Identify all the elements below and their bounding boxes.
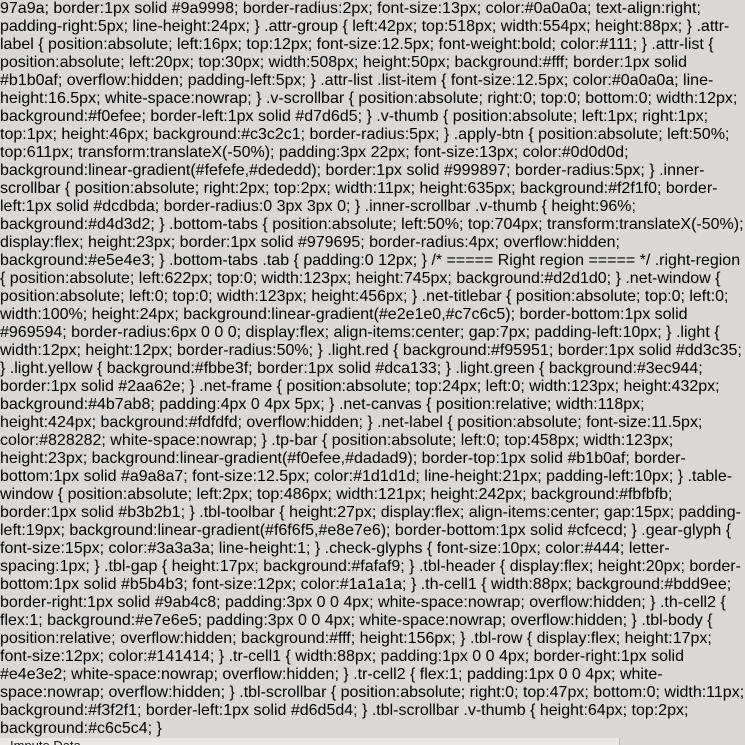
- screen: Control Panel □ ✕ Network Style: [0, 738, 745, 745]
- control-panel: Control Panel □ ✕ Network Style: [0, 738, 620, 745]
- control-panel-titlebar: Control Panel □ ✕: [0, 738, 619, 745]
